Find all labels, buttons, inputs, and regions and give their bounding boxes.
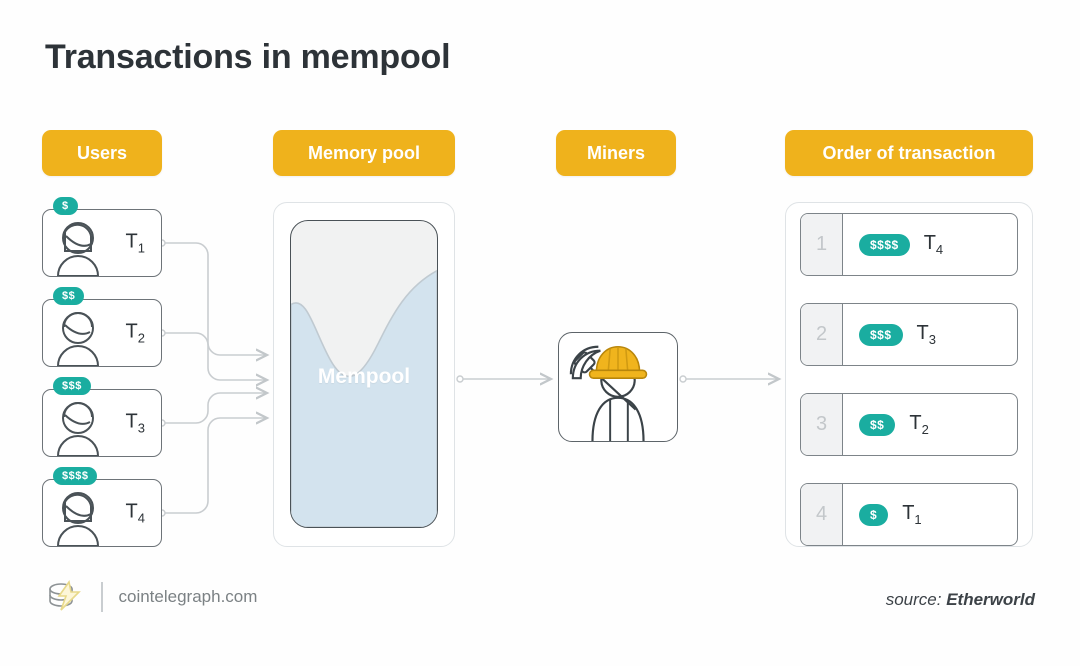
- rank-number: 1: [801, 214, 843, 275]
- fee-badge: $$$$: [859, 233, 910, 256]
- order-row[interactable]: 4 $ T1: [800, 483, 1018, 546]
- user-card[interactable]: $ T1: [42, 197, 162, 277]
- mempool-label: Mempool: [317, 365, 411, 388]
- column-header-users: Users: [42, 130, 162, 176]
- row-body: $$$$ T4: [843, 232, 1017, 257]
- transaction-label: T1: [125, 230, 145, 256]
- fee-badge: $$$$: [53, 467, 98, 485]
- transaction-label: T3: [125, 410, 145, 436]
- row-body: $$$ T3: [843, 322, 1017, 347]
- transaction-label: T4: [923, 232, 944, 257]
- row-body: $ T1: [843, 502, 1017, 527]
- user-card[interactable]: $$ T2: [42, 287, 162, 367]
- fee-badge: $$$: [53, 377, 91, 395]
- fee-badge: $$: [53, 287, 85, 305]
- avatar-icon: [56, 222, 100, 276]
- infographic-canvas: Transactions in mempool Users Memory poo…: [0, 0, 1080, 666]
- source-prefix: source:: [885, 590, 942, 609]
- rank-number: 4: [801, 484, 843, 545]
- miner-with-pickaxe-icon: [569, 345, 648, 441]
- transaction-label: T2: [909, 412, 929, 437]
- transaction-label: T2: [125, 320, 145, 346]
- user-card[interactable]: $$$$ T4: [42, 467, 162, 547]
- column-header-order-of-transaction: Order of transaction: [785, 130, 1033, 176]
- order-row[interactable]: 1 $$$$ T4: [800, 213, 1018, 276]
- transaction-label: T1: [902, 502, 922, 527]
- column-header-miners: Miners: [556, 130, 676, 176]
- rank-number: 3: [801, 394, 843, 455]
- source-attribution: source: Etherworld: [886, 590, 1035, 610]
- row-body: $$ T2: [843, 412, 1017, 437]
- source-name: Etherworld: [946, 590, 1035, 609]
- fee-badge: $$: [859, 413, 896, 436]
- fee-badge: $: [53, 197, 78, 215]
- column-header-memory-pool: Memory pool: [273, 130, 455, 176]
- cointelegraph-logo-icon: [49, 580, 81, 611]
- order-row[interactable]: 2 $$$ T3: [800, 303, 1018, 366]
- transaction-label: T3: [916, 322, 936, 347]
- avatar-icon: [56, 312, 100, 366]
- page-title: Transactions in mempool: [45, 38, 451, 76]
- fee-badge: $: [859, 503, 889, 526]
- avatar-icon: [56, 402, 100, 456]
- user-card[interactable]: $$$ T3: [42, 377, 162, 457]
- footer-divider: [101, 582, 103, 612]
- fee-badge: $$$: [859, 323, 903, 346]
- order-row[interactable]: 3 $$ T2: [800, 393, 1018, 456]
- avatar-icon: [56, 492, 100, 546]
- miner-box[interactable]: [558, 332, 678, 442]
- footer-brand: cointelegraph.com: [45, 580, 257, 614]
- rank-number: 2: [801, 304, 843, 365]
- transaction-label: T4: [125, 500, 145, 526]
- brand-url[interactable]: cointelegraph.com: [119, 587, 258, 607]
